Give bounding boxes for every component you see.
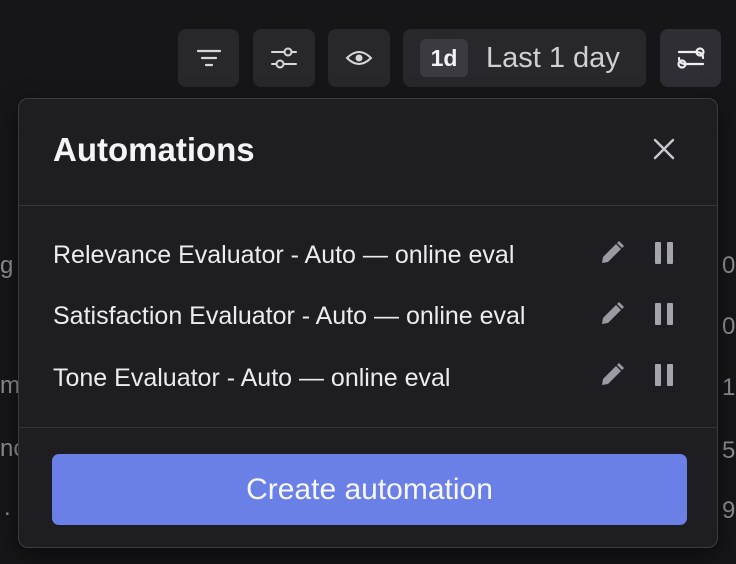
divider xyxy=(19,427,717,428)
automations-button[interactable] xyxy=(660,29,721,87)
filter-button[interactable] xyxy=(178,29,239,87)
automations-popover: Automations Relevance Evaluator - Auto —… xyxy=(18,98,718,548)
table-cell-fragment: m xyxy=(0,372,20,399)
automation-name: Tone Evaluator - Auto — online eval xyxy=(53,363,451,392)
table-cell-fragment: 0 xyxy=(722,252,736,279)
edit-button[interactable] xyxy=(596,361,628,393)
pause-icon xyxy=(653,302,675,331)
display-settings-button[interactable] xyxy=(253,29,315,87)
view-button[interactable] xyxy=(328,29,390,87)
table-cell-fragment: 5 xyxy=(722,437,736,464)
close-button[interactable] xyxy=(643,130,685,172)
automations-icon xyxy=(676,44,706,72)
automation-name: Satisfaction Evaluator - Auto — online e… xyxy=(53,301,526,330)
edit-button[interactable] xyxy=(596,300,628,332)
pause-icon xyxy=(653,241,675,270)
create-automation-button[interactable]: Create automation xyxy=(52,454,687,525)
pencil-icon xyxy=(599,240,625,271)
table-cell-fragment: g xyxy=(0,252,14,279)
divider xyxy=(19,205,717,206)
table-cell-fragment: 9 xyxy=(722,497,736,524)
sliders-icon xyxy=(270,45,298,71)
popover-title: Automations xyxy=(53,131,255,168)
filter-icon xyxy=(196,47,222,69)
eye-icon xyxy=(345,48,373,68)
range-badge: 1d xyxy=(420,39,468,77)
pause-button[interactable] xyxy=(648,300,680,332)
pencil-icon xyxy=(599,362,625,393)
table-cell-fragment: 1 xyxy=(722,374,736,401)
automation-name: Relevance Evaluator - Auto — online eval xyxy=(53,240,515,269)
close-icon xyxy=(652,137,676,166)
pencil-icon xyxy=(599,301,625,332)
time-range-selector[interactable]: 1d Last 1 day xyxy=(403,29,646,87)
automation-row: Relevance Evaluator - Auto — online eval xyxy=(53,235,683,275)
table-cell-fragment: . xyxy=(4,494,11,521)
pause-button[interactable] xyxy=(648,239,680,271)
automation-row: Satisfaction Evaluator - Auto — online e… xyxy=(53,296,683,336)
range-label: Last 1 day xyxy=(486,41,620,74)
pause-button[interactable] xyxy=(648,361,680,393)
automation-row: Tone Evaluator - Auto — online eval xyxy=(53,358,683,398)
edit-button[interactable] xyxy=(596,239,628,271)
pause-icon xyxy=(653,363,675,392)
table-cell-fragment: 0 xyxy=(722,313,736,340)
